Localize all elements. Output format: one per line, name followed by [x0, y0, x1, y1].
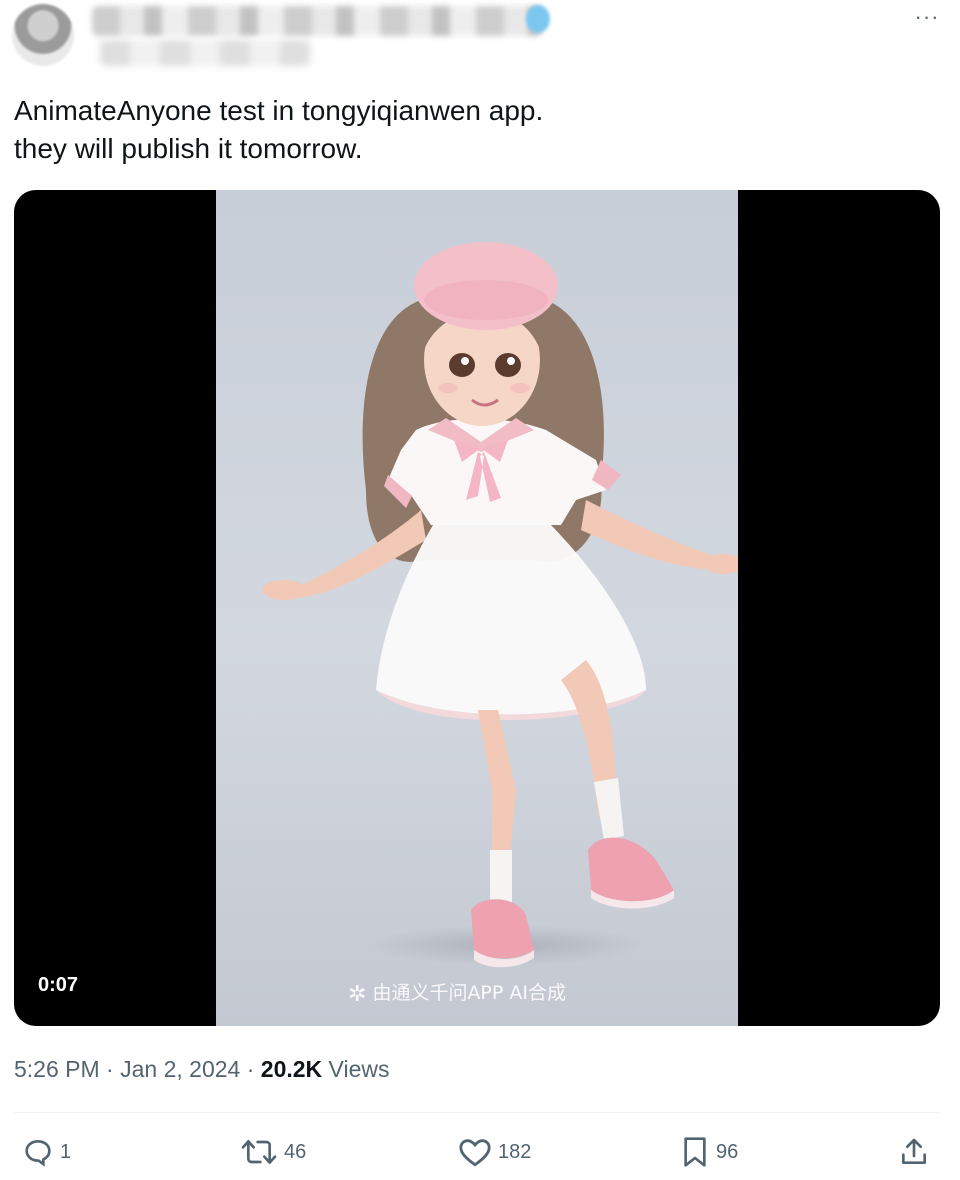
meta-separator: · [106, 1056, 114, 1082]
avatar[interactable] [12, 4, 74, 66]
like-count: 182 [498, 1140, 532, 1163]
tweet-text: AnimateAnyone test in tongyiqianwen app.… [14, 92, 914, 168]
tweet-header: ··· [0, 0, 960, 80]
bookmark-count: 96 [716, 1140, 739, 1163]
reply-icon [25, 1139, 51, 1167]
retweet-button[interactable]: 46 [240, 1136, 306, 1168]
retweet-count: 46 [284, 1140, 307, 1163]
meta-separator: · [246, 1056, 255, 1082]
tweet-text-line-2: they will publish it tomorrow. [14, 133, 363, 164]
blurred-display-name[interactable] [92, 6, 542, 36]
verified-badge-icon [526, 5, 550, 33]
bookmark-button[interactable]: 96 [680, 1136, 738, 1168]
reply-button[interactable]: 1 [22, 1136, 71, 1168]
watermark-text: 由通义千问APP AI合成 [372, 982, 566, 1004]
divider [14, 1112, 940, 1113]
share-button[interactable] [898, 1136, 930, 1168]
views-count: 20.2K [260, 1056, 323, 1082]
like-icon [459, 1139, 491, 1167]
dancing-girl-illustration [262, 242, 738, 968]
video-duration: 0:07 [38, 974, 79, 996]
ai-watermark: ✲ 由通义千问APP AI合成 [348, 978, 566, 1007]
video-player[interactable]: 0:07 ✲ 由通义千问APP AI合成 [14, 190, 940, 1026]
tweet-meta: 5:26 PM · Jan 2, 2024 · 20.2K Views [14, 1056, 389, 1083]
views-label: Views [328, 1056, 390, 1082]
reply-count: 1 [60, 1140, 72, 1163]
tweet-date[interactable]: Jan 2, 2024 [120, 1056, 240, 1082]
share-icon [902, 1138, 926, 1164]
blurred-handle[interactable] [100, 40, 310, 66]
retweet-icon [241, 1140, 277, 1164]
like-button[interactable]: 182 [458, 1136, 531, 1168]
video-frame[interactable] [216, 190, 738, 1026]
tweet-text-line-1: AnimateAnyone test in tongyiqianwen app. [14, 95, 544, 126]
bookmark-icon [684, 1137, 706, 1167]
tongyi-logo-icon: ✲ [348, 982, 367, 1007]
tweet-time[interactable]: 5:26 PM [14, 1056, 100, 1082]
more-icon[interactable]: ··· [912, 6, 942, 28]
action-bar: 1 46 182 96 [0, 1128, 960, 1178]
